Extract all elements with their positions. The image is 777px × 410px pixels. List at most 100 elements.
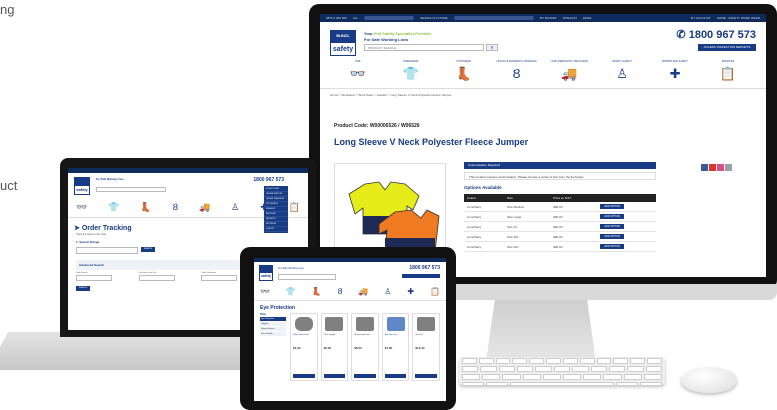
topbar-all[interactable]: ALL [353,16,358,20]
product-card[interactable]: Visor Kit $12.40 [412,313,440,381]
category-hook[interactable]: LIFTING & MATERIALS HANDLING Ȣ [496,60,536,88]
email-icon[interactable] [725,164,732,171]
category-tshirt[interactable]: WORKWEAR 👕 [391,60,431,88]
add-to-cart-button[interactable] [323,374,346,378]
goggles-icon[interactable]: 👓 [76,199,87,217]
topbar-phone[interactable]: 0870 2 000 000 [326,16,347,20]
category-clipboard[interactable]: SERVICES 📋 [708,60,748,88]
truck-icon[interactable]: 🚚 [199,199,210,217]
filter-input[interactable] [76,275,112,281]
category-harness[interactable]: HEIGHT SAFETY ♙ [602,60,642,88]
cell-colour: Lime/Navy [464,221,504,232]
add-to-cart-button[interactable] [415,374,437,378]
product-search-input[interactable]: PRODUCT SEARCH [364,44,484,51]
tablet-access-button[interactable] [402,274,440,278]
laptop-tagline: For Safe Working Lives [96,178,124,181]
instagram-icon[interactable] [717,164,724,171]
access-inspection-button[interactable]: ACCESS INSPECTION REPORTS [698,44,756,51]
topbar-home[interactable]: HOME - SAFETY WORK WEAR [717,16,760,20]
truck-icon[interactable]: 🚚 [358,284,368,300]
boot-icon[interactable]: 👢 [140,199,151,217]
product-price: $12.40 [415,346,425,350]
tablet-header: safety For Safe Working Lives 1800 967 5… [254,262,446,284]
pinterest-icon[interactable] [709,164,716,171]
clipboard-icon[interactable]: 📋 [289,199,300,217]
customisation-bar: Customisation Required [464,162,656,169]
add-option-button[interactable]: ADD OPTION [600,234,624,239]
eye-protection-title: Eye Protection [260,305,296,311]
filter-label: Order Status [76,272,88,274]
sidebar-item[interactable]: Face Shields [260,332,286,336]
add-option-button[interactable]: ADD OPTION [600,224,624,229]
laptop-phone[interactable]: 1800 967 573 [253,177,284,183]
topbar-search-input[interactable] [364,16,415,20]
product-price: $6.20 [354,346,362,350]
sidebar-item[interactable]: Safety Glasses [260,327,286,331]
search-range-heading: 1. Search Range [76,240,100,244]
category-goggles[interactable]: PPE 👓 [338,60,378,88]
order-search-input[interactable] [76,247,138,254]
category-boot[interactable]: FOOTWEAR 👢 [444,60,484,88]
cell-action: ADD OPTION [597,241,656,252]
bunzl-logo[interactable]: BUNZL safety [330,30,356,56]
product-price: $7.80 [384,346,393,350]
category-truck[interactable]: LOAD RESTRAINT / RECOVERY 🚚 [549,60,589,88]
laptop-search-input[interactable] [96,187,166,192]
add-option-button[interactable]: ADD OPTION [600,244,624,249]
tablet-search-input[interactable] [278,274,336,280]
mouse [681,367,737,393]
cell-price: $00.00 [550,211,598,222]
topbar-email[interactable]: EMAIL [583,16,592,20]
topbar-store-input[interactable] [453,16,534,20]
product-price: $4.95 [293,346,301,350]
add-option-button[interactable]: ADD OPTION [600,204,624,209]
product-card[interactable]: Wraparound Lens $6.20 [351,313,379,381]
product-image[interactable] [334,163,446,259]
phone-number[interactable]: ✆ 1800 967 573 [676,28,756,41]
topbar-basket[interactable]: MY BASKET [540,16,557,20]
topbar-my-account[interactable]: MY ACCOUNT [691,16,711,20]
topbar-wishlist[interactable]: WISHLIST [563,16,577,20]
topbar-store[interactable]: SEARCH IN STORE [420,16,447,20]
col-action [597,194,656,202]
add-to-cart-button[interactable] [384,374,407,378]
cell-action: ADD OPTION [597,221,656,232]
filter-field: Purchase Order No. [138,272,175,281]
tablet-logo-text: safety [259,272,273,281]
category-first-aid[interactable]: WORKPLACE SAFETY ✚ [655,60,695,88]
hook-icon[interactable]: Ȣ [173,199,178,217]
advanced-search-button[interactable]: SEARCH [76,286,90,291]
tablet-phone[interactable]: 1800 967 573 [409,265,440,271]
product-card[interactable]: Clear Goggle $9.50 [320,313,349,381]
add-option-button[interactable]: ADD OPTION [600,214,624,219]
account-dropdown-menu: MY ACCOUNT ORDER HISTORY ORDER TRACKING MY … [264,186,288,233]
add-to-cart-button[interactable] [293,374,315,378]
sidebar-item[interactable]: Eye Protection [260,317,286,321]
tshirt-icon[interactable]: 👕 [108,199,119,217]
tablet-logo[interactable]: safety [259,265,273,281]
first-aid-icon[interactable]: ✚ [407,284,414,300]
sidebar-item[interactable]: Goggles [260,322,286,326]
boot-icon[interactable]: 👢 [312,284,322,300]
cell-price: $00.00 [550,202,598,212]
cell-action: ADD OPTION [597,202,656,212]
product-card[interactable]: Anti Fog Lens $7.80 [381,313,410,381]
filter-input[interactable] [138,275,175,281]
imac-screen: 0870 2 000 000 ALL SEARCH IN STORE MY BA… [320,14,766,277]
order-search-button[interactable]: SEARCH [141,247,155,252]
tshirt-icon[interactable]: 👕 [286,284,296,300]
product-card[interactable]: Safety Spectacles $4.95 [290,313,318,381]
search-icon[interactable]: ⚲ [486,44,498,51]
logo-safety: safety [330,42,356,56]
facebook-icon[interactable] [701,164,708,171]
menu-item[interactable]: LOGOUT [264,227,288,232]
filter-input[interactable] [201,275,238,281]
clipboard-icon[interactable]: 📋 [430,284,440,300]
table-row: Lime/Navy Size Large $00.00 ADD OPTION [464,211,656,222]
laptop-logo[interactable]: safety [74,177,90,195]
goggles-icon[interactable]: 👓 [260,284,270,300]
add-to-cart-button[interactable] [354,374,376,378]
harness-icon[interactable]: ♙ [231,199,239,217]
hook-icon[interactable]: Ȣ [338,284,343,300]
harness-icon[interactable]: ♙ [384,284,391,300]
